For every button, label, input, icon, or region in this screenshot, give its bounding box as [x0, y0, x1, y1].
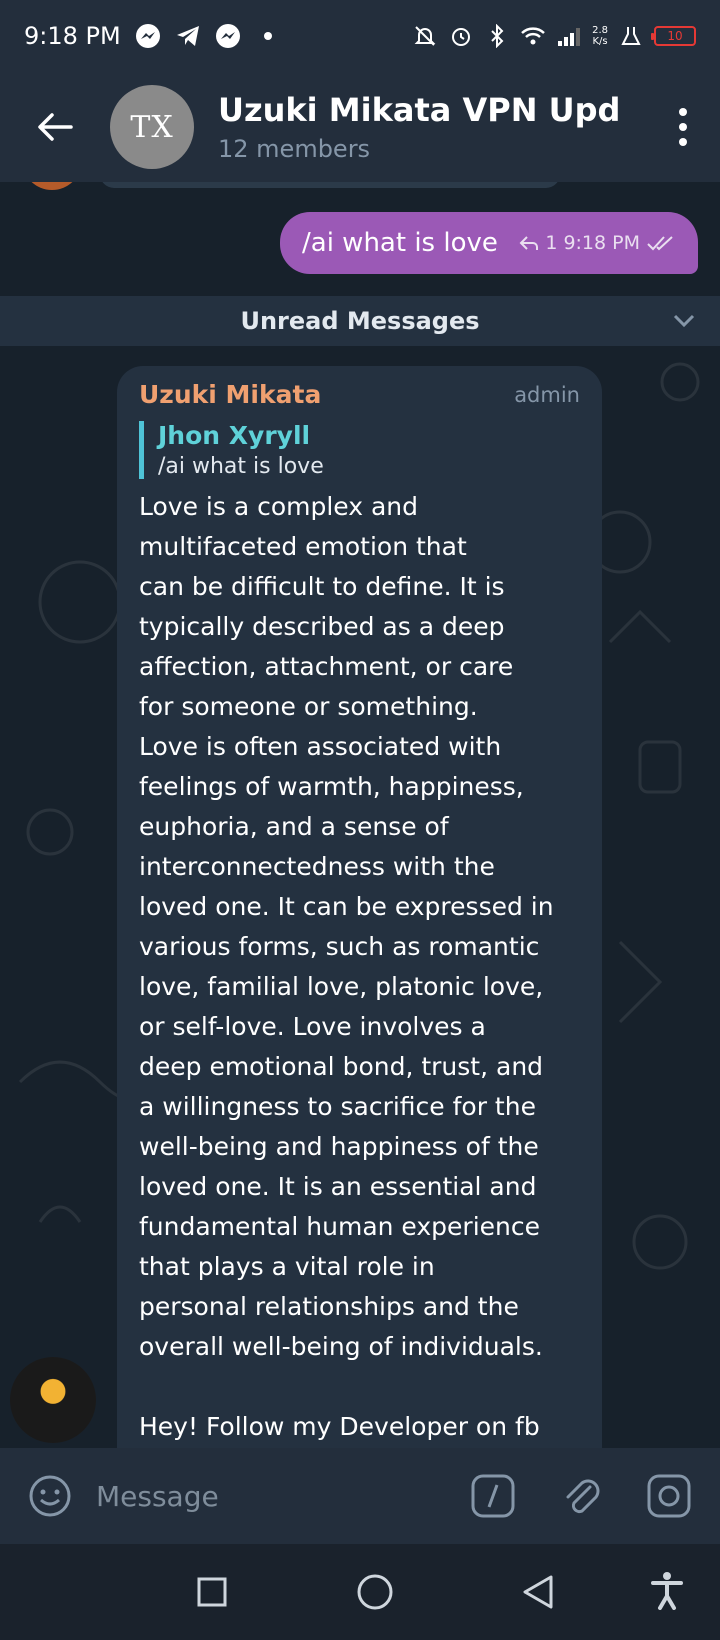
dot-icon [679, 108, 687, 116]
message-footer: Hey! Follow my Developer on fb [139, 1412, 540, 1441]
emoji-icon[interactable] [28, 1474, 72, 1518]
alarm-icon [448, 23, 474, 49]
bluetooth-icon [484, 23, 510, 49]
status-right: 2.8 K/s 10 [412, 23, 696, 49]
member-count: 12 members [218, 135, 371, 163]
group-avatar[interactable]: TX [110, 85, 194, 169]
lab-icon [618, 23, 644, 49]
triangle-back-icon [523, 1575, 553, 1609]
reply-author: Jhon Xyryll [158, 421, 311, 450]
previous-message-bubble[interactable] [100, 182, 560, 188]
accessibility-button[interactable] [650, 1570, 684, 1614]
message-input-bar: Message [0, 1448, 720, 1544]
outgoing-message-text: /ai what is love [302, 228, 498, 258]
dot-icon [679, 138, 687, 146]
reply-count: 1 [545, 232, 558, 254]
net-speed-unit: K/s [592, 36, 608, 47]
net-speed: 2.8 K/s [592, 25, 608, 47]
message-input[interactable]: Message [96, 1480, 470, 1513]
messenger-icon [135, 23, 161, 49]
status-time: 9:18 PM [24, 22, 121, 50]
square-icon [197, 1577, 227, 1607]
camera-icon[interactable] [646, 1473, 692, 1519]
net-speed-value: 2.8 [592, 25, 608, 36]
sender-name[interactable]: Uzuki Mikata [139, 380, 321, 409]
battery-icon: 10 [651, 26, 696, 46]
incoming-message[interactable]: Uzuki Mikata admin Jhon Xyryll /ai what … [117, 366, 602, 1448]
header-info[interactable]: Uzuki Mikata VPN Updat 12 members [218, 91, 618, 163]
back-nav-button[interactable] [516, 1570, 560, 1614]
unread-messages-label: Unread Messages [240, 307, 480, 335]
dot-icon [255, 23, 281, 49]
chat-title: Uzuki Mikata VPN Updat [218, 91, 618, 129]
double-check-icon [647, 236, 673, 251]
admin-badge: admin [514, 382, 580, 407]
messenger-icon [215, 23, 241, 49]
message-header: Uzuki Mikata admin [139, 380, 580, 409]
bot-command-icon[interactable] [470, 1473, 516, 1519]
signal-icon [556, 23, 582, 49]
telegram-icon [175, 23, 201, 49]
outgoing-message-meta: 1 9:18 PM [519, 232, 676, 254]
home-button[interactable] [353, 1570, 397, 1614]
back-button[interactable] [0, 72, 110, 182]
status-left: 9:18 PM [24, 22, 281, 50]
arrow-left-icon [38, 113, 73, 141]
reply-text: /ai what is love [158, 454, 324, 479]
message-body: Love is a complex and multifaceted emoti… [139, 492, 554, 1361]
unread-messages-bar[interactable]: Unread Messages [0, 296, 720, 346]
mute-notification-icon [412, 23, 438, 49]
chevron-down-icon[interactable] [672, 310, 696, 330]
circle-icon [357, 1574, 393, 1610]
system-navigation-bar [0, 1544, 720, 1640]
wifi-icon [520, 23, 546, 49]
message-time: 9:18 PM [563, 232, 640, 254]
recents-button[interactable] [190, 1570, 234, 1614]
more-options-button[interactable] [666, 102, 700, 152]
sender-avatar[interactable] [10, 1357, 96, 1443]
chat-area[interactable]: /ai what is love 1 9:18 PM Unread Messag… [0, 182, 720, 1448]
reply-quote[interactable]: Jhon Xyryll /ai what is love [139, 421, 580, 479]
reply-arrow-icon [519, 236, 539, 250]
outgoing-message[interactable]: /ai what is love 1 9:18 PM [280, 212, 698, 274]
attach-icon[interactable] [560, 1473, 602, 1519]
accessibility-icon [651, 1572, 683, 1610]
input-actions [470, 1473, 692, 1519]
dot-icon [679, 123, 687, 131]
chat-header: TX Uzuki Mikata VPN Updat 12 members [0, 72, 720, 182]
status-bar: 9:18 PM 2.8 K/s 10 [0, 0, 720, 72]
